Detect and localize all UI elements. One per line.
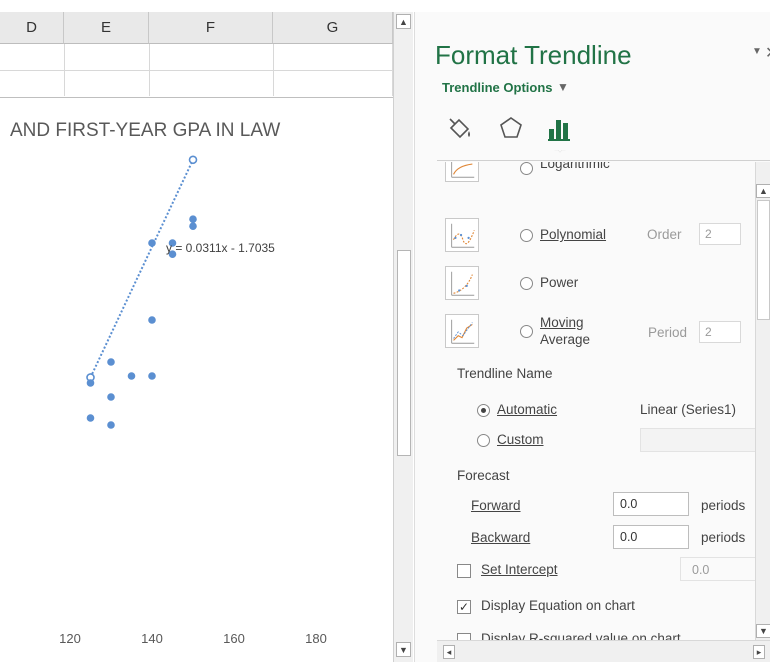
trendline-name-heading: Trendline Name xyxy=(457,366,553,381)
x-tick-label: 160 xyxy=(223,631,245,646)
fill-line-icon[interactable] xyxy=(442,111,476,145)
chevron-down-icon[interactable]: ▼ xyxy=(557,80,569,94)
scroll-up-icon[interactable]: ▲ xyxy=(396,14,411,29)
polynomial-label: Polynomial xyxy=(540,227,607,242)
custom-label: Custom xyxy=(497,432,544,447)
data-point[interactable] xyxy=(148,239,156,247)
moving-average-label: Moving Average xyxy=(540,315,591,347)
scrollbar-thumb[interactable] xyxy=(757,200,770,320)
worksheet: D E F G AND FIRST-YEAR GPA IN LAW y = 0.… xyxy=(0,0,393,662)
divider xyxy=(437,160,770,161)
scroll-down-icon[interactable]: ▼ xyxy=(756,624,770,638)
column-header-e[interactable]: E xyxy=(64,12,149,44)
period-stepper[interactable]: 2 xyxy=(699,321,741,343)
options-vertical-scrollbar[interactable]: ▲ ▼ xyxy=(755,162,770,640)
power-radio[interactable] xyxy=(520,277,533,290)
moving-average-radio[interactable] xyxy=(520,325,533,338)
order-stepper[interactable]: 2 xyxy=(699,223,741,245)
effects-pentagon-icon[interactable] xyxy=(494,111,528,145)
data-point[interactable] xyxy=(148,316,156,324)
column-label: D xyxy=(26,19,37,36)
trendline-equation[interactable]: y = 0.0311x - 1.7035 xyxy=(166,241,275,255)
trendline-options-list: Logarithmic Polynomial Order 2 Power Mov… xyxy=(437,162,761,640)
display-equation-label: Display Equation on chart xyxy=(481,598,635,613)
power-thumbnail-icon xyxy=(445,266,479,300)
selected-tab-indicator xyxy=(554,150,566,153)
data-point[interactable] xyxy=(107,358,115,366)
sheet-vertical-scrollbar[interactable]: ▲ ▼ xyxy=(393,12,413,662)
forward-input[interactable]: 0.0 xyxy=(613,492,689,516)
scrollbar-thumb[interactable] xyxy=(397,250,411,456)
row-gridline xyxy=(0,70,393,71)
automatic-name-value: Linear (Series1) xyxy=(640,402,737,417)
pane-title: Format Trendline xyxy=(435,40,632,70)
x-tick-label: 140 xyxy=(141,631,163,646)
column-header-g[interactable]: G xyxy=(273,12,393,44)
backward-input[interactable]: 0.0 xyxy=(613,525,689,549)
pane-options-chevron-icon[interactable]: ▼ xyxy=(752,46,762,57)
data-point[interactable] xyxy=(127,372,136,380)
format-trendline-pane: Format Trendline ▼ ✕ Trendline Options ▼… xyxy=(414,12,770,662)
trendline-handle[interactable] xyxy=(188,155,198,165)
automatic-radio[interactable] xyxy=(477,404,490,417)
set-intercept-checkbox[interactable] xyxy=(457,564,471,578)
close-icon[interactable]: ✕ xyxy=(765,43,770,63)
custom-name-input[interactable] xyxy=(640,428,761,452)
moving-average-thumbnail-icon xyxy=(445,314,479,348)
display-equation-checkbox[interactable]: ✓ xyxy=(457,600,471,614)
logarithmic-thumbnail-icon xyxy=(445,162,479,182)
forecast-heading: Forecast xyxy=(457,468,510,483)
column-label: E xyxy=(100,19,111,36)
logarithmic-label: Logarithmic xyxy=(540,162,610,171)
col-gridline xyxy=(64,44,65,96)
scroll-up-icon[interactable]: ▲ xyxy=(756,184,770,198)
col-gridline xyxy=(149,44,150,96)
col-gridline xyxy=(273,44,274,96)
backward-unit: periods xyxy=(701,530,746,545)
polynomial-thumbnail-icon xyxy=(445,218,479,252)
intercept-input[interactable] xyxy=(680,557,761,581)
trendline-options-dropdown[interactable]: Trendline Options xyxy=(442,80,553,95)
display-rsquared-label: Display R-squared value on chart xyxy=(481,631,681,640)
data-point[interactable] xyxy=(189,222,197,230)
data-point[interactable] xyxy=(148,372,156,380)
options-horizontal-scrollbar[interactable]: ◂ ▸ xyxy=(437,640,770,662)
period-label: Period xyxy=(648,325,688,340)
data-point[interactable] xyxy=(107,421,115,429)
order-label: Order xyxy=(647,227,682,242)
trendline[interactable] xyxy=(89,159,194,378)
trendline-options-bar-icon[interactable] xyxy=(543,111,577,145)
display-rsquared-checkbox[interactable] xyxy=(457,633,471,640)
set-intercept-label: Set Intercept xyxy=(481,562,558,577)
forward-label: Forward xyxy=(471,498,521,513)
data-point[interactable] xyxy=(107,393,115,401)
x-tick-label: 180 xyxy=(305,631,327,646)
logarithmic-radio[interactable] xyxy=(520,162,533,175)
x-tick-label: 120 xyxy=(59,631,81,646)
column-header-d[interactable]: D xyxy=(0,12,64,44)
backward-label: Backward xyxy=(471,530,531,545)
data-point[interactable] xyxy=(86,414,95,422)
scroll-right-icon[interactable]: ▸ xyxy=(753,645,765,659)
forward-unit: periods xyxy=(701,498,746,513)
scatter-chart[interactable]: AND FIRST-YEAR GPA IN LAW y = 0.0311x - … xyxy=(0,97,393,662)
custom-radio[interactable] xyxy=(477,434,490,447)
plot-area xyxy=(86,155,198,429)
power-label: Power xyxy=(540,275,579,290)
automatic-label: Automatic xyxy=(497,402,558,417)
data-point[interactable] xyxy=(86,379,95,387)
column-label: G xyxy=(326,19,339,36)
data-point[interactable] xyxy=(189,215,197,223)
column-label: F xyxy=(205,19,216,36)
polynomial-radio[interactable] xyxy=(520,229,533,242)
scroll-left-icon[interactable]: ◂ xyxy=(443,645,455,659)
scroll-down-icon[interactable]: ▼ xyxy=(396,642,411,657)
column-header-f[interactable]: F xyxy=(149,12,273,44)
